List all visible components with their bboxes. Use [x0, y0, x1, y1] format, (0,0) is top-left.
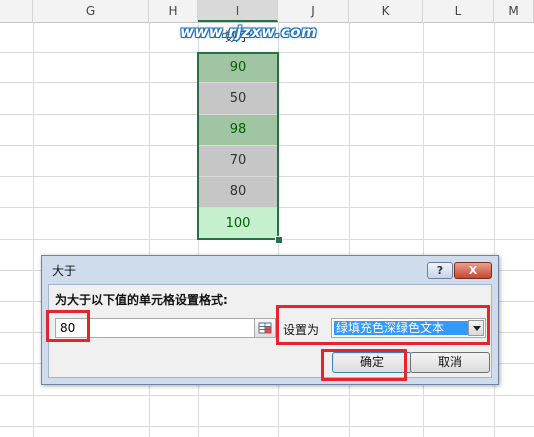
- cell-value[interactable]: 80: [198, 177, 278, 207]
- column-header-h[interactable]: H: [149, 0, 198, 22]
- column-header-j[interactable]: J: [278, 0, 349, 22]
- format-style-dropdown[interactable]: 绿填充色深绿色文本: [331, 318, 486, 338]
- cell-value[interactable]: 50: [198, 83, 278, 114]
- threshold-value-input[interactable]: [55, 318, 255, 338]
- help-button[interactable]: ?: [427, 262, 453, 279]
- column-header-l[interactable]: L: [423, 0, 494, 22]
- dialog-prompt: 为大于以下值的单元格设置格式:: [55, 293, 228, 307]
- cancel-button[interactable]: 取消: [410, 352, 490, 373]
- greater-than-dialog: 大于 ? X 为大于以下值的单元格设置格式: 设置为 绿填充色深绿色文本 确定 …: [41, 255, 499, 385]
- gridline: [0, 426, 534, 427]
- cell-value[interactable]: 100: [198, 208, 278, 239]
- dialog-titlebar[interactable]: 大于 ? X: [42, 256, 498, 284]
- column-header-corner: [0, 0, 33, 22]
- watermark-logo: www.rjzxw.com: [180, 23, 318, 41]
- dialog-body: 为大于以下值的单元格设置格式: 设置为 绿填充色深绿色文本 确定 取消: [48, 284, 492, 378]
- fill-handle[interactable]: [275, 236, 283, 244]
- range-select-icon: [258, 322, 272, 334]
- column-header-i[interactable]: I: [198, 0, 278, 22]
- gridline: [0, 239, 534, 240]
- gridline: [33, 22, 34, 437]
- dialog-title: 大于: [52, 264, 77, 278]
- gridline: [0, 395, 534, 396]
- cell-value[interactable]: 98: [198, 115, 278, 145]
- chevron-down-icon[interactable]: [468, 320, 484, 336]
- close-button[interactable]: X: [454, 262, 492, 279]
- column-header-k[interactable]: K: [349, 0, 423, 22]
- cell-value[interactable]: 90: [198, 53, 278, 82]
- set-as-label: 设置为: [283, 323, 320, 337]
- column-header-g[interactable]: G: [33, 0, 149, 22]
- cell-reference-button[interactable]: [254, 318, 276, 338]
- cell-value[interactable]: 70: [198, 146, 278, 176]
- format-style-value: 绿填充色深绿色文本: [334, 321, 468, 335]
- column-header-m[interactable]: M: [494, 0, 534, 22]
- ok-button[interactable]: 确定: [332, 352, 412, 373]
- column-header-row: G H I J K L M: [0, 0, 534, 23]
